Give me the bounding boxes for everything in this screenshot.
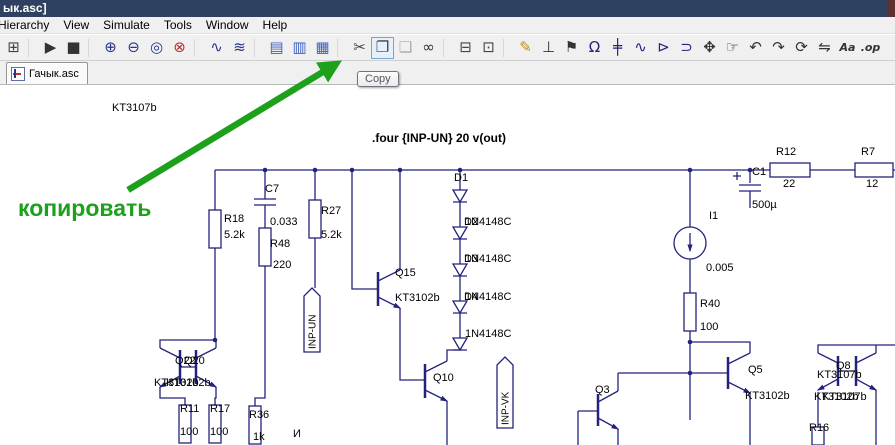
halt-icon[interactable]: ■ <box>62 37 85 59</box>
mirror-icon[interactable]: ⇋ <box>813 37 836 59</box>
toolbar-separator <box>503 38 511 57</box>
tab-bar: Гачык.asc <box>0 61 895 85</box>
resistor-r48[interactable] <box>258 227 272 267</box>
desktop-background-edge <box>887 0 895 17</box>
transistor-bars[interactable] <box>178 272 858 426</box>
move-icon[interactable]: ✥ <box>698 37 721 59</box>
resistor-icon[interactable]: Ω <box>583 37 606 59</box>
title-bar[interactable]: ык.asc] <box>0 0 887 17</box>
net-flag-label-inp-un[interactable]: INP-UN <box>308 315 319 349</box>
print-icon[interactable]: ⊟ <box>454 37 477 59</box>
resistor-r40[interactable] <box>683 292 697 332</box>
text-icon[interactable]: Aa <box>836 37 859 59</box>
schematic-file-icon <box>11 66 25 81</box>
schematic-canvas[interactable]: INP-UN INP-VK <box>0 85 895 445</box>
q22-emitter[interactable] <box>195 375 218 388</box>
drag-icon[interactable]: ☞ <box>721 37 744 59</box>
q15-emitter[interactable] <box>377 296 402 309</box>
resistor-r36[interactable] <box>248 405 262 445</box>
tile-horizontal-icon[interactable]: ▤ <box>265 37 288 59</box>
resistor-r18[interactable] <box>208 209 222 249</box>
resistor-r27[interactable] <box>308 199 322 239</box>
annotation-text: копировать <box>18 195 152 221</box>
cut-icon[interactable]: ✂ <box>348 37 371 59</box>
resistor-r12[interactable] <box>769 162 811 178</box>
toolbar-separator <box>337 38 345 57</box>
resistor-r7[interactable] <box>854 162 894 178</box>
cascade-windows-icon[interactable]: ▦ <box>311 37 334 59</box>
resistor-r16[interactable] <box>811 426 825 445</box>
redo-icon[interactable]: ↷ <box>767 37 790 59</box>
menu-item-view[interactable]: View <box>56 17 96 33</box>
toolbar-separator <box>443 38 451 57</box>
q8-emitter[interactable] <box>816 378 839 391</box>
zoom-out-icon[interactable]: ⊖ <box>122 37 145 59</box>
transistor-collectors[interactable] <box>159 269 877 403</box>
capacitor-icon[interactable]: ╪ <box>606 37 629 59</box>
resistor-r11[interactable] <box>178 404 192 444</box>
rotate-icon[interactable]: ⟳ <box>790 37 813 59</box>
autorange-icon[interactable]: ∿ <box>205 37 228 59</box>
tab-label: Гачык.asc <box>29 67 79 80</box>
net-label-icon[interactable]: ⚑ <box>560 37 583 59</box>
menu-item-simulate[interactable]: Simulate <box>96 17 157 33</box>
schematic-drawing: INP-UN INP-VK <box>158 162 895 445</box>
q10-emitter[interactable] <box>424 389 449 402</box>
inductor-icon[interactable]: ∿ <box>629 37 652 59</box>
q20-emitter[interactable] <box>158 375 181 388</box>
tile-vertical-icon[interactable]: ▥ <box>288 37 311 59</box>
q5-emitter[interactable] <box>727 381 752 394</box>
spice-directive-icon[interactable]: .op <box>859 37 882 59</box>
toolbar-separator <box>28 38 36 57</box>
print-preview-icon[interactable]: ⊡ <box>477 37 500 59</box>
q3-emitter[interactable] <box>597 417 620 430</box>
undo-icon[interactable]: ↶ <box>744 37 767 59</box>
zoom-extents-icon[interactable]: ⊗ <box>168 37 191 59</box>
ground-icon[interactable]: ⊥ <box>537 37 560 59</box>
toolbar-separator <box>254 38 262 57</box>
zoom-in-icon[interactable]: ⊕ <box>99 37 122 59</box>
toolbar-separator <box>88 38 96 57</box>
toolbar-separator <box>194 38 202 57</box>
capacitor-c1[interactable] <box>733 172 761 192</box>
zoom-area-icon[interactable]: ◎ <box>145 37 168 59</box>
q8b-emitter[interactable] <box>855 378 878 391</box>
menu-item-window[interactable]: Window <box>199 17 256 33</box>
net-flag-label-inp-vk[interactable]: INP-VK <box>501 391 512 425</box>
diode-icon[interactable]: ⊳ <box>652 37 675 59</box>
run-icon[interactable]: ▶ <box>39 37 62 59</box>
copy-tooltip: Copy <box>357 71 399 87</box>
new-schematic-icon[interactable]: ⊞ <box>2 37 25 59</box>
copy-tooltip-text: Copy <box>365 73 391 85</box>
find-icon[interactable]: ∞ <box>417 37 440 59</box>
junction-dots <box>212 167 753 376</box>
resistor-r17[interactable] <box>208 404 222 444</box>
tab-gachyk-asc[interactable]: Гачык.asc <box>6 62 88 84</box>
menu-item-help[interactable]: Help <box>256 17 295 33</box>
menu-item-tools[interactable]: Tools <box>157 17 199 33</box>
paste-icon: ❏ <box>394 37 417 59</box>
window-title: ык.asc] <box>3 1 47 15</box>
menu-bar: Hierarchy View Simulate Tools Window Help <box>0 17 895 34</box>
capacitor-c7[interactable] <box>254 198 276 206</box>
wires[interactable] <box>159 169 895 445</box>
component-icon[interactable]: ⊃ <box>675 37 698 59</box>
copy-icon[interactable]: ❐ <box>371 36 394 59</box>
wire-icon[interactable]: ✎ <box>514 37 537 59</box>
ltspice-window: ык.asc] Hierarchy View Simulate Tools Window… <box>0 0 895 445</box>
plot-settings-icon[interactable]: ≋ <box>228 37 251 59</box>
menu-item-hierarchy[interactable]: Hierarchy <box>0 17 56 33</box>
toolbar: ⊞ ▶ ■ ⊕ ⊖ ◎ ⊗ ∿ ≋ ▤ ▥ ▦ ✂ ❐ ❏ ∞ ⊟ ⊡ ✎ ⊥ ⚑ Ω ╪ ∿ ⊳ ⊃ ✥ ☞ ↶ ↷ ⟳ ⇋ Aa .op <box>0 35 895 61</box>
